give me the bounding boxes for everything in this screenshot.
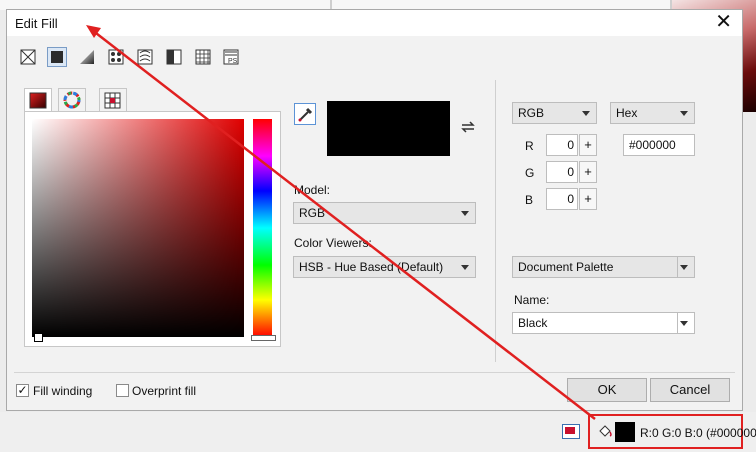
dialog-titlebar: Edit Fill ✕	[7, 10, 742, 36]
chevron-down-icon	[680, 111, 688, 116]
footer-divider	[14, 372, 735, 373]
palette-select-value: Document Palette	[518, 260, 614, 274]
fill-bucket-icon[interactable]	[597, 423, 613, 442]
color-model-select[interactable]: RGB	[512, 102, 597, 124]
chevron-down-icon	[461, 265, 469, 270]
current-color-swatch	[327, 101, 450, 156]
color-viewer-panel	[24, 111, 281, 347]
red-component-label: R	[525, 139, 534, 153]
color-harmonies-tab-icon[interactable]	[58, 88, 86, 111]
hue-slider[interactable]	[253, 119, 272, 337]
model-label: Model:	[294, 183, 331, 197]
color-name-value: Black	[518, 316, 548, 330]
blue-spinner[interactable]: +	[579, 188, 597, 210]
red-value-input[interactable]: 0	[546, 134, 578, 156]
blue-component-label: B	[525, 193, 534, 207]
red-spinner[interactable]: +	[579, 134, 597, 156]
color-name-select[interactable]: Black	[512, 312, 695, 334]
green-component-label: G	[525, 166, 535, 180]
texture-fill-icon[interactable]	[193, 47, 213, 67]
two-color-pattern-icon[interactable]	[164, 47, 184, 67]
chevron-down-icon	[680, 265, 688, 270]
ok-button[interactable]: OK	[567, 378, 647, 402]
select-separator	[677, 257, 678, 277]
model-select[interactable]: RGB	[293, 202, 476, 224]
postscript-fill-icon[interactable]: PS	[221, 47, 241, 67]
edit-fill-dialog: Edit Fill ✕ PS Model: RGB Color Viewers:…	[6, 9, 743, 411]
color-proof-icon[interactable]	[562, 424, 580, 439]
uniform-fill-icon[interactable]	[47, 47, 67, 67]
column-divider	[495, 80, 496, 362]
select-separator	[677, 313, 678, 333]
color-viewers-select[interactable]: HSB - Hue Based (Default)	[293, 256, 476, 278]
fill-color-swatch[interactable]	[615, 422, 635, 442]
eyedropper-icon[interactable]	[294, 103, 316, 125]
model-select-value: RGB	[299, 206, 326, 220]
hex-value-input[interactable]: #000000	[623, 134, 695, 156]
bitmap-pattern-icon[interactable]	[135, 47, 155, 67]
no-fill-icon[interactable]	[18, 47, 38, 67]
cancel-button[interactable]: Cancel	[650, 378, 730, 402]
chevron-down-icon	[582, 111, 590, 116]
close-icon[interactable]: ✕	[715, 12, 732, 32]
fill-winding-label: Fill winding	[33, 384, 93, 398]
swap-colors-icon[interactable]	[459, 118, 477, 141]
color-viewers-tab-icon[interactable]	[24, 88, 52, 112]
color-viewers-select-value: HSB - Hue Based (Default)	[299, 260, 444, 274]
palette-select[interactable]: Document Palette	[512, 256, 695, 278]
green-spinner[interactable]: +	[579, 161, 597, 183]
chevron-down-icon	[680, 321, 688, 326]
vector-pattern-icon[interactable]	[106, 47, 126, 67]
blue-value-input[interactable]: 0	[546, 188, 578, 210]
overprint-fill-checkbox[interactable]	[116, 384, 129, 397]
color-picker-handle[interactable]	[34, 333, 43, 342]
green-value-input[interactable]: 0	[546, 161, 578, 183]
name-label: Name:	[514, 293, 550, 307]
value-format-select[interactable]: Hex	[610, 102, 695, 124]
fill-color-readout: R:0 G:0 B:0 (#000000)	[640, 426, 756, 440]
dialog-title: Edit Fill	[15, 16, 58, 31]
svg-text:PS: PS	[228, 58, 238, 65]
color-palettes-tab-icon[interactable]	[99, 88, 127, 111]
saturation-brightness-area[interactable]	[32, 119, 244, 337]
fill-winding-checkbox[interactable]: ✓	[16, 384, 29, 397]
color-viewers-label: Color Viewers:	[294, 236, 372, 250]
overprint-fill-label: Overprint fill	[132, 384, 197, 398]
hue-slider-handle[interactable]	[251, 335, 276, 341]
color-model-select-value: RGB	[518, 106, 545, 120]
value-format-select-value: Hex	[616, 106, 638, 120]
chevron-down-icon	[461, 211, 469, 216]
fountain-fill-icon[interactable]	[77, 47, 97, 67]
